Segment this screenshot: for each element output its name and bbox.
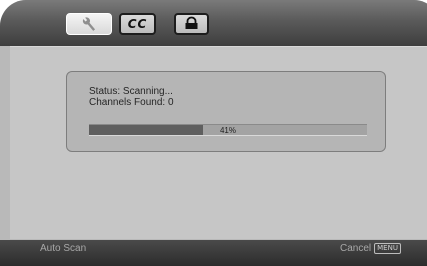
tab-parental-lock[interactable] xyxy=(174,13,209,35)
cc-icon: CC xyxy=(127,17,148,31)
tab-closed-caption[interactable]: CC xyxy=(119,13,156,35)
scan-status-box: Status: Scanning... Channels Found: 0 41… xyxy=(66,71,386,152)
menu-tab-bar xyxy=(0,0,427,46)
menu-title: Auto Scan xyxy=(40,243,87,254)
scan-progress-label: 41% xyxy=(219,125,236,135)
cancel-label: Cancel xyxy=(340,243,372,254)
channels-found-text: Channels Found: 0 xyxy=(89,97,174,108)
tab-setup[interactable] xyxy=(66,13,112,35)
scan-progress-bar: 41% xyxy=(89,124,367,136)
lock-icon xyxy=(185,16,198,29)
cancel-button[interactable]: Cancel MENU xyxy=(340,243,401,254)
wrench-icon xyxy=(82,17,96,31)
menu-key-icon: MENU xyxy=(374,243,401,254)
scan-status-text: Status: Scanning... xyxy=(89,86,173,97)
